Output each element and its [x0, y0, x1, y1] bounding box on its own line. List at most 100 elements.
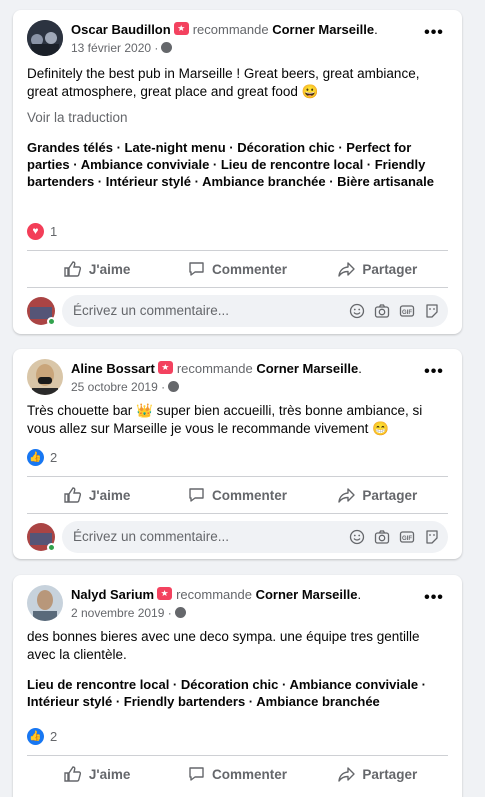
- reactions-summary[interactable]: 👍 2: [27, 449, 57, 467]
- share-button[interactable]: Partager: [308, 252, 448, 286]
- comment-button[interactable]: Commenter: [167, 478, 307, 512]
- share-label: Partager: [362, 261, 418, 277]
- comment-composer: Écrivez un commentaire... GIF: [27, 295, 448, 327]
- share-icon: [338, 262, 356, 277]
- comment-placeholder: Écrivez un commentaire...: [73, 303, 230, 318]
- like-label: J'aime: [88, 261, 131, 277]
- avatar-photo: [27, 20, 63, 56]
- post-date-line: 25 octobre 2019 ·: [71, 380, 180, 394]
- recommends-label: recommande: [192, 22, 269, 37]
- recommends-label: recommande: [176, 587, 252, 602]
- divider: [27, 755, 448, 756]
- page-name[interactable]: Corner Marseille: [256, 587, 358, 602]
- post-text: des bonnes bieres avec une deco sympa. u…: [27, 629, 420, 662]
- post-date-line: 13 février 2020 ·: [71, 41, 173, 55]
- post-text: Très chouette bar 👑 super bien accueilli…: [27, 403, 423, 436]
- reaction-count: 2: [50, 450, 58, 466]
- post-actions: J'aime Commenter Partager: [27, 252, 448, 286]
- comment-icon: [189, 262, 204, 276]
- author-line: Nalyd Sarium recommande Corner Marseille.: [71, 587, 362, 602]
- author-name[interactable]: Aline Bossart: [71, 361, 155, 376]
- emoji-icon[interactable]: [349, 303, 365, 319]
- comment-label: Commenter: [211, 261, 287, 277]
- gif-icon[interactable]: GIF: [399, 303, 415, 319]
- recommend-badge-icon: [173, 22, 189, 35]
- comment-icon: [189, 488, 204, 502]
- avatar[interactable]: [27, 585, 63, 621]
- post-date[interactable]: 2 novembre 2019: [71, 606, 164, 620]
- svg-text:GIF: GIF: [402, 310, 412, 316]
- comment-label: Commenter: [211, 766, 287, 782]
- author-name[interactable]: Nalyd Sarium: [71, 587, 154, 602]
- like-label: J'aime: [88, 766, 131, 782]
- avatar-photo: [27, 359, 63, 395]
- comment-button[interactable]: Commenter: [167, 252, 307, 286]
- like-button[interactable]: J'aime: [27, 757, 167, 791]
- author-name[interactable]: Oscar Baudillon: [71, 22, 171, 37]
- avatar[interactable]: [27, 359, 63, 395]
- thumbs-up-icon: [64, 487, 81, 503]
- divider: [27, 287, 448, 288]
- divider: [27, 476, 448, 477]
- like-button[interactable]: J'aime: [27, 252, 167, 286]
- review-card: Oscar Baudillon recommande Corner Marseil…: [13, 10, 462, 334]
- recommend-badge-icon: [157, 361, 173, 374]
- globe-icon: [174, 607, 186, 618]
- post-date-line: 2 novembre 2019 ·: [71, 606, 186, 620]
- like-icon: 👍: [27, 728, 44, 746]
- post-header: Aline Bossart recommande Corner Marseille…: [27, 359, 452, 395]
- sticker-icon[interactable]: [424, 303, 440, 319]
- author-line: Aline Bossart recommande Corner Marseille…: [71, 361, 362, 376]
- more-options-icon[interactable]: •••: [422, 364, 446, 383]
- recommendation-tags: Grandes télés · Late-night menu · Décora…: [27, 140, 434, 189]
- comment-icon: [189, 767, 204, 781]
- comment-tools: GIF: [349, 303, 440, 319]
- like-label: J'aime: [88, 487, 131, 503]
- like-icon: 👍: [27, 449, 44, 467]
- more-options-icon[interactable]: •••: [422, 25, 446, 44]
- post-actions: J'aime Commenter Partager: [27, 478, 448, 512]
- like-button[interactable]: J'aime: [27, 478, 167, 512]
- reactions-summary[interactable]: ♥ 1: [27, 223, 57, 241]
- page-name[interactable]: Corner Marseille: [272, 22, 374, 37]
- comment-input[interactable]: Écrivez un commentaire... GIF: [62, 295, 448, 327]
- review-card: Nalyd Sarium recommande Corner Marseille.…: [13, 575, 462, 797]
- post-date[interactable]: 13 février 2020: [71, 41, 151, 55]
- sticker-icon[interactable]: [424, 529, 440, 545]
- online-status-dot: [47, 543, 56, 552]
- reaction-count: 1: [50, 224, 58, 240]
- comment-label: Commenter: [211, 487, 287, 503]
- recommendation-tags: Lieu de rencontre local · Décoration chi…: [27, 677, 427, 709]
- emoji-icon[interactable]: [349, 529, 365, 545]
- divider: [27, 250, 448, 251]
- online-status-dot: [47, 317, 56, 326]
- post-header: Nalyd Sarium recommande Corner Marseille.…: [27, 585, 452, 621]
- comment-button[interactable]: Commenter: [167, 757, 307, 791]
- translate-link[interactable]: Voir la traduction: [27, 110, 128, 125]
- thumbs-up-icon: [64, 261, 81, 277]
- recommend-badge-icon: [157, 587, 173, 600]
- camera-icon[interactable]: [374, 303, 390, 319]
- post-header: Oscar Baudillon recommande Corner Marseil…: [27, 20, 452, 56]
- post-date[interactable]: 25 octobre 2019: [71, 380, 158, 394]
- comment-tools: GIF: [349, 529, 440, 545]
- more-options-icon[interactable]: •••: [422, 590, 446, 609]
- post-actions: J'aime Commenter Partager: [27, 757, 448, 791]
- post-text: Definitely the best pub in Marseille ! G…: [27, 66, 420, 99]
- divider: [27, 513, 448, 514]
- reaction-count: 2: [50, 729, 58, 745]
- share-button[interactable]: Partager: [308, 478, 448, 512]
- author-line: Oscar Baudillon recommande Corner Marseil…: [71, 22, 378, 37]
- reactions-summary[interactable]: 👍 2: [27, 728, 57, 746]
- svg-text:GIF: GIF: [402, 536, 412, 542]
- comment-placeholder: Écrivez un commentaire...: [73, 529, 230, 544]
- globe-icon: [161, 42, 173, 53]
- gif-icon[interactable]: GIF: [399, 529, 415, 545]
- camera-icon[interactable]: [374, 529, 390, 545]
- avatar[interactable]: [27, 20, 63, 56]
- comment-input[interactable]: Écrivez un commentaire... GIF: [62, 521, 448, 553]
- comment-composer: Écrivez un commentaire... GIF: [27, 521, 448, 553]
- share-icon: [338, 488, 356, 503]
- page-name[interactable]: Corner Marseille: [256, 361, 358, 376]
- share-button[interactable]: Partager: [308, 757, 448, 791]
